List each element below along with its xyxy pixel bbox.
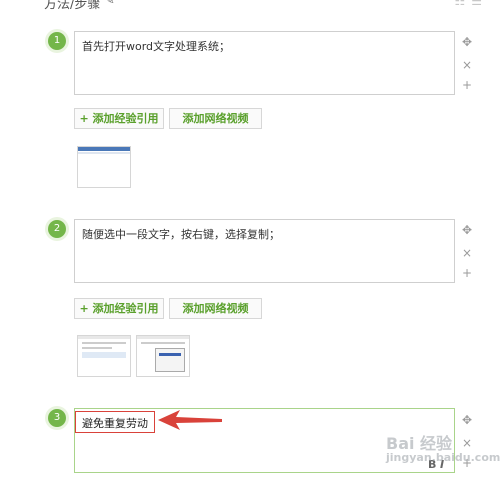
thumb-line	[82, 347, 112, 349]
step-2-textarea[interactable]: 随便选中一段文字，按右键，选择复制；	[74, 219, 455, 283]
move-icon[interactable]: ✥	[460, 413, 474, 427]
step-3-highlight: 避免重复劳动	[75, 411, 155, 433]
step-1-text: 首先打开word文字处理系统；	[82, 40, 231, 53]
delete-icon[interactable]: ×	[460, 58, 474, 72]
thumb-line	[82, 342, 126, 344]
thumb-toolbar	[78, 152, 130, 154]
step-number-3: 3	[48, 409, 66, 427]
section-title: 方法/步骤	[44, 0, 101, 12]
thumb-bar	[78, 336, 130, 339]
add-video-button-2[interactable]: 添加网络视频	[169, 298, 262, 319]
red-arrow-annotation	[158, 410, 222, 430]
watermark-url: jingyan.baidu.com	[386, 451, 500, 464]
add-experience-button-2[interactable]: + 添加经验引用	[74, 298, 164, 319]
thumb-context-menu	[155, 348, 185, 372]
move-icon[interactable]: ✥	[460, 223, 474, 237]
add-icon[interactable]: +	[460, 78, 474, 92]
step-2-thumbnail-2[interactable]	[136, 335, 190, 377]
move-icon[interactable]: ✥	[460, 35, 474, 49]
step-number-1: 1	[48, 32, 66, 50]
add-experience-button-1[interactable]: + 添加经验引用	[74, 108, 164, 129]
delete-icon[interactable]: ×	[460, 246, 474, 260]
thumb-selection	[82, 352, 126, 358]
step-3-text: 避免重复劳动	[82, 417, 148, 430]
step-2-text: 随便选中一段文字，按右键，选择复制；	[82, 228, 280, 241]
thumb-menu-highlight	[159, 353, 181, 356]
step-2-thumbnail-1[interactable]	[77, 335, 131, 377]
add-icon[interactable]: +	[460, 266, 474, 280]
thumb-line	[141, 342, 185, 344]
list-view-icons[interactable]: ☷☰	[454, 0, 488, 8]
step-number-2: 2	[48, 220, 66, 238]
thumb-bar	[137, 336, 189, 339]
add-video-button-1[interactable]: 添加网络视频	[169, 108, 262, 129]
edit-pencil-icon[interactable]: ✎	[104, 0, 115, 8]
thumb-titlebar	[78, 147, 130, 151]
step-1-textarea[interactable]: 首先打开word文字处理系统；	[74, 31, 455, 95]
watermark: Bai 经验 jingyan.baidu.com	[386, 430, 500, 464]
step-1-thumbnail[interactable]	[77, 146, 131, 188]
